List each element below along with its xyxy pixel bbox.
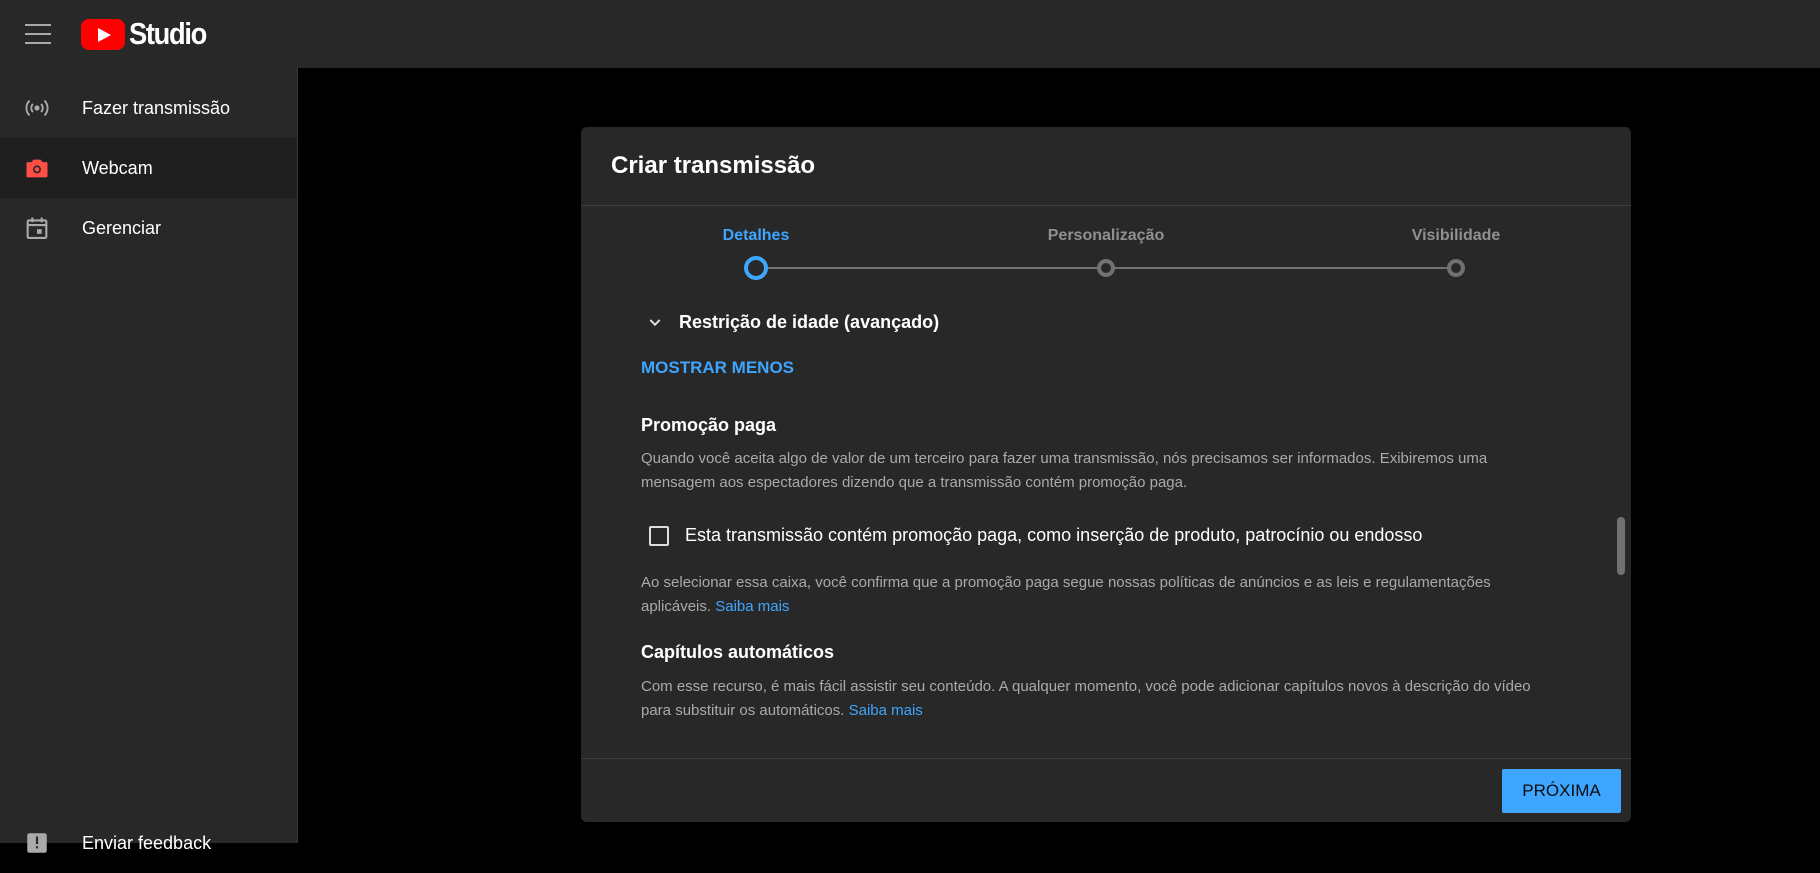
paid-promotion-note: Ao selecionar essa caixa, você confirma … [641, 571, 1541, 619]
paid-promotion-title: Promoção paga [641, 415, 777, 435]
camera-icon [22, 153, 52, 183]
calendar-icon [22, 213, 52, 243]
auto-chapters-description: Com esse recurso, é mais fácil assistir … [641, 675, 1541, 723]
logo-text: Studio [129, 16, 207, 51]
paid-promotion-learn-more-link[interactable]: Saiba mais [715, 598, 789, 615]
hamburger-icon[interactable] [25, 24, 51, 44]
step-customization-dot[interactable] [1097, 259, 1115, 277]
age-restriction-toggle[interactable]: Restrição de idade (avançado) [647, 307, 939, 337]
sidebar-item-label: Enviar feedback [82, 832, 212, 853]
sidebar-item-feedback[interactable]: Enviar feedback [0, 813, 298, 873]
step-details[interactable]: Detalhes [723, 227, 790, 245]
dialog-body[interactable]: Restrição de idade (avançado) MOSTRAR ME… [581, 307, 1631, 757]
feedback-icon [22, 828, 52, 858]
sidebar-item-label: Webcam [82, 157, 153, 178]
auto-chapters-learn-more-link[interactable]: Saiba mais [849, 702, 923, 719]
sidebar-item-manage[interactable]: Gerenciar [0, 198, 297, 258]
broadcast-icon [22, 93, 52, 123]
sidebar-item-stream[interactable]: Fazer transmissão [0, 78, 297, 138]
sidebar: Fazer transmissão Webcam Gerenciar Envia… [0, 68, 298, 853]
studio-logo[interactable]: Studio [81, 16, 216, 52]
sidebar-item-webcam[interactable]: Webcam [0, 138, 297, 198]
sidebar-item-label: Gerenciar [82, 217, 162, 238]
dialog-footer: PRÓXIMA [581, 758, 1631, 822]
step-visibility-dot[interactable] [1447, 259, 1465, 277]
create-stream-dialog: Criar transmissão Detalhes Personalizaçã… [581, 127, 1631, 822]
paid-promotion-checkbox-label[interactable]: Esta transmissão contém promoção paga, c… [685, 525, 1422, 546]
chevron-down-icon [647, 314, 663, 330]
next-button[interactable]: PRÓXIMA [1502, 769, 1621, 813]
top-bar: Studio [0, 0, 1820, 68]
step-visibility[interactable]: Visibilidade [1412, 227, 1501, 245]
age-restriction-label: Restrição de idade (avançado) [679, 311, 940, 332]
paid-promotion-description: Quando você aceita algo de valor de um t… [641, 450, 1488, 491]
youtube-logo-icon [81, 18, 125, 50]
auto-chapters-title: Capítulos automáticos [641, 642, 835, 662]
dialog-title: Criar transmissão [581, 127, 1631, 206]
sidebar-item-label: Fazer transmissão [82, 97, 231, 118]
paid-promotion-checkbox[interactable] [649, 525, 669, 546]
stepper: Detalhes Personalização Visibilidade [581, 206, 1631, 307]
step-customization[interactable]: Personalização [1048, 227, 1165, 245]
paid-promotion-checkbox-row[interactable]: Esta transmissão contém promoção paga, c… [649, 525, 1422, 546]
show-less-button[interactable]: MOSTRAR MENOS [641, 358, 794, 378]
dialog-scrollbar[interactable] [1617, 517, 1625, 575]
auto-chapters-description-text: Com esse recurso, é mais fácil assistir … [641, 678, 1531, 719]
step-details-dot[interactable] [744, 256, 768, 280]
